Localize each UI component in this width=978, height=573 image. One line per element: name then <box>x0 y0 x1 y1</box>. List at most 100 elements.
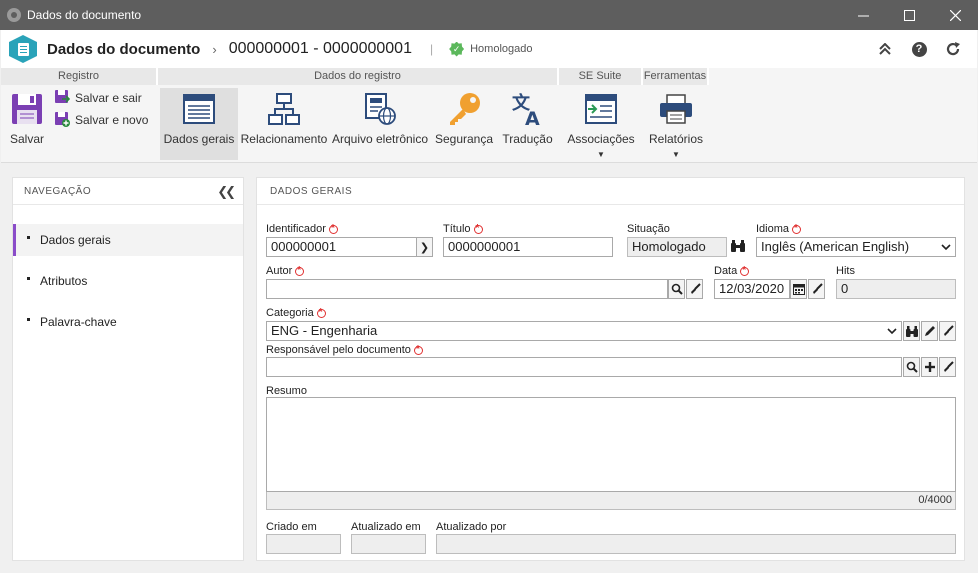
tab-traducao[interactable]: 文A Tradução <box>500 88 555 160</box>
required-icon <box>413 344 423 355</box>
responsavel-label-text: Responsável pelo documento <box>266 344 411 356</box>
identificador-label-text: Identificador <box>266 223 326 235</box>
identificador-go-button[interactable]: ❯ <box>416 237 433 257</box>
page-title: Dados do documento <box>47 40 201 58</box>
tab-seguranca[interactable]: Segurança <box>434 88 494 160</box>
responsavel-add-button[interactable] <box>921 357 938 377</box>
data-input[interactable]: 12/03/2020 <box>714 279 790 299</box>
select-caret-icon <box>941 241 951 256</box>
window-title: Dados do documento <box>27 8 142 22</box>
file-globe-icon <box>364 90 396 128</box>
document-id: 000000001 - 0000000001 <box>228 40 412 57</box>
data-clear-button[interactable] <box>808 279 825 299</box>
associacoes-label: Associações <box>567 132 635 146</box>
traducao-label: Tradução <box>502 132 553 146</box>
refresh-button[interactable] <box>943 39 963 59</box>
nav-item-label: Palavra-chave <box>40 315 117 329</box>
associations-icon <box>585 90 617 128</box>
required-icon <box>792 223 802 234</box>
status-badge: ✓ Homologado <box>449 41 533 57</box>
identificador-input[interactable]: 000000001 <box>266 237 417 257</box>
atualizado-em-label: Atualizado em <box>351 521 421 533</box>
hits-label-text: Hits <box>836 265 855 277</box>
seguranca-label: Segurança <box>434 132 494 146</box>
categoria-view-button[interactable] <box>903 321 920 341</box>
required-icon <box>328 223 338 234</box>
eraser-brush-icon <box>943 325 954 336</box>
navigation-panel: NAVEGAÇÃO ❮❮ Dados gerais Atributos Pala… <box>12 177 244 561</box>
nav-item-palavra-chave[interactable]: Palavra-chave <box>13 306 243 338</box>
section-header: DADOS GERAIS <box>257 178 964 205</box>
ribbon-group-label: Dados do registro <box>158 68 559 85</box>
autor-search-button[interactable] <box>668 279 685 299</box>
tab-dados-gerais[interactable]: Dados gerais <box>160 88 238 160</box>
criado-em-field <box>266 534 341 554</box>
dropdown-caret-icon: ▼ <box>597 150 605 159</box>
categoria-label: Categoria <box>266 307 326 319</box>
required-icon <box>295 265 305 276</box>
situacao-view-button[interactable] <box>729 236 746 256</box>
header-actions: ? <box>875 39 963 59</box>
tab-relacionamento[interactable]: Relacionamento <box>241 88 327 160</box>
save-button[interactable]: Salvar <box>5 88 49 160</box>
nav-item-atributos[interactable]: Atributos <box>13 265 243 297</box>
pencil-icon <box>924 326 935 336</box>
idioma-select[interactable]: Inglês (American English) <box>756 237 956 257</box>
nav-item-label: Dados gerais <box>40 233 111 247</box>
ribbon-group-label: Registro <box>1 68 158 85</box>
resumo-label-text: Resumo <box>266 385 307 397</box>
criado-em-label: Criado em <box>266 521 317 533</box>
associacoes-dropdown-button[interactable]: Associações ▼ <box>563 88 639 160</box>
save-and-new-button[interactable]: Salvar e novo <box>55 112 148 127</box>
maximize-button[interactable] <box>886 0 932 30</box>
close-button[interactable] <box>932 0 978 30</box>
plus-icon <box>924 362 935 372</box>
collapse-panel-icon[interactable]: ❮❮ <box>217 184 236 200</box>
responsavel-label: Responsável pelo documento <box>266 344 423 356</box>
autor-input[interactable] <box>266 279 668 299</box>
data-calendar-button[interactable] <box>790 279 807 299</box>
autor-clear-button[interactable] <box>686 279 703 299</box>
save-and-exit-button[interactable]: Salvar e sair <box>55 90 142 105</box>
nav-item-dados-gerais[interactable]: Dados gerais <box>13 224 243 256</box>
required-icon <box>740 265 750 276</box>
app-icon <box>7 8 21 22</box>
hits-label: Hits <box>836 265 855 277</box>
atualizado-por-label: Atualizado por <box>436 521 506 533</box>
resumo-char-counter: 0/4000 <box>266 492 956 510</box>
help-icon: ? <box>911 41 927 57</box>
required-icon <box>316 307 326 318</box>
responsavel-search-button[interactable] <box>903 357 920 377</box>
search-icon <box>671 283 683 295</box>
titulo-input[interactable]: 0000000001 <box>443 237 613 257</box>
maximize-icon <box>903 9 915 21</box>
resumo-textarea[interactable] <box>266 397 956 492</box>
relatorios-dropdown-button[interactable]: Relatórios ▼ <box>646 88 706 160</box>
responsavel-clear-button[interactable] <box>939 357 956 377</box>
help-button[interactable]: ? <box>909 39 929 59</box>
categoria-edit-button[interactable] <box>921 321 938 341</box>
select-caret-icon <box>887 325 897 340</box>
binoculars-icon <box>730 240 745 252</box>
situacao-field: Homologado <box>627 237 727 257</box>
navigation-header: NAVEGAÇÃO ❮❮ <box>13 178 243 205</box>
bullet-icon <box>27 317 30 321</box>
tab-arquivo-eletronico[interactable]: Arquivo eletrônico <box>332 88 428 160</box>
atualizado-em-label-text: Atualizado em <box>351 521 421 533</box>
data-label: Data <box>714 265 750 277</box>
minimize-button[interactable] <box>840 0 886 30</box>
breadcrumb-chevron-icon: › <box>212 41 217 57</box>
bullet-icon <box>27 276 30 280</box>
relatorios-label: Relatórios <box>648 132 704 146</box>
collapse-up-button[interactable] <box>875 39 895 59</box>
resumo-label: Resumo <box>266 385 307 397</box>
status-text: Homologado <box>470 43 533 55</box>
categoria-label-text: Categoria <box>266 307 314 319</box>
responsavel-input[interactable] <box>266 357 902 377</box>
autor-label-text: Autor <box>266 265 293 277</box>
arquivo-eletronico-label: Arquivo eletrônico <box>331 132 429 146</box>
eraser-brush-icon <box>943 361 954 372</box>
categoria-clear-button[interactable] <box>939 321 956 341</box>
ribbon-group-label: SE Suite <box>559 68 643 85</box>
categoria-select[interactable]: ENG - Engenharia <box>266 321 902 341</box>
